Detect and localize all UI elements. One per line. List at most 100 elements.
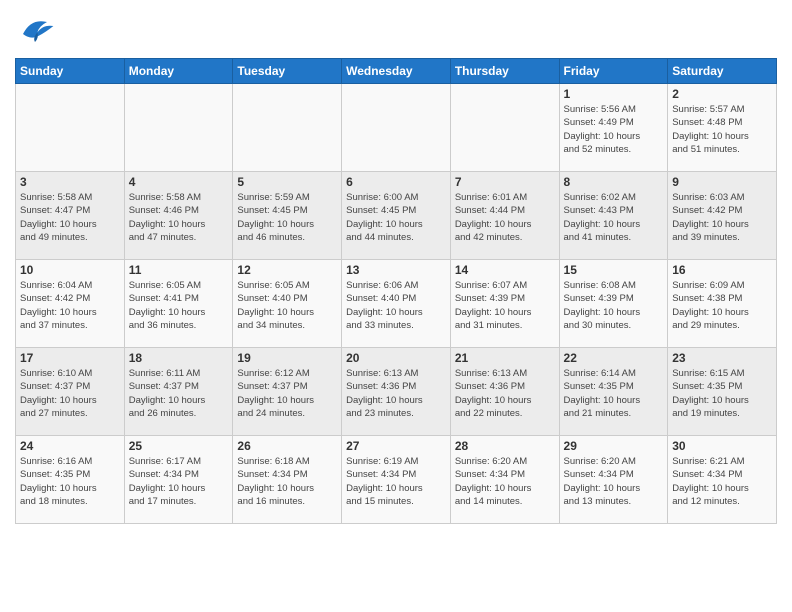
day-number: 22 [564,351,664,365]
calendar-cell: 26 Sunrise: 6:18 AM Sunset: 4:34 PM Dayli… [233,436,342,524]
day-info: Sunrise: 6:03 AM Sunset: 4:42 PM Dayligh… [672,191,772,244]
calendar-cell: 22 Sunrise: 6:14 AM Sunset: 4:35 PM Dayli… [559,348,668,436]
day-info: Sunrise: 6:16 AM Sunset: 4:35 PM Dayligh… [20,455,120,508]
calendar-table: SundayMondayTuesdayWednesdayThursdayFrid… [15,58,777,524]
calendar-cell [233,84,342,172]
calendar-cell: 8 Sunrise: 6:02 AM Sunset: 4:43 PM Daylig… [559,172,668,260]
day-number: 30 [672,439,772,453]
calendar-cell: 21 Sunrise: 6:13 AM Sunset: 4:36 PM Dayli… [450,348,559,436]
day-info: Sunrise: 5:57 AM Sunset: 4:48 PM Dayligh… [672,103,772,156]
calendar-cell: 20 Sunrise: 6:13 AM Sunset: 4:36 PM Dayli… [342,348,451,436]
header-tuesday: Tuesday [233,59,342,84]
day-number: 15 [564,263,664,277]
day-info: Sunrise: 5:56 AM Sunset: 4:49 PM Dayligh… [564,103,664,156]
calendar-cell [342,84,451,172]
calendar-cell: 19 Sunrise: 6:12 AM Sunset: 4:37 PM Dayli… [233,348,342,436]
day-info: Sunrise: 6:18 AM Sunset: 4:34 PM Dayligh… [237,455,337,508]
day-info: Sunrise: 6:05 AM Sunset: 4:41 PM Dayligh… [129,279,229,332]
day-number: 25 [129,439,229,453]
calendar-cell: 10Sunrise: 6:04 AM Sunset: 4:42 PM Dayli… [16,260,125,348]
day-info: Sunrise: 6:19 AM Sunset: 4:34 PM Dayligh… [346,455,446,508]
day-number: 5 [237,175,337,189]
calendar-week-row: 24 Sunrise: 6:16 AM Sunset: 4:35 PM Dayli… [16,436,777,524]
day-number: 12 [237,263,337,277]
header-friday: Friday [559,59,668,84]
day-number: 19 [237,351,337,365]
day-info: Sunrise: 6:13 AM Sunset: 4:36 PM Dayligh… [455,367,555,420]
day-number: 20 [346,351,446,365]
day-info: Sunrise: 6:00 AM Sunset: 4:45 PM Dayligh… [346,191,446,244]
day-info: Sunrise: 6:06 AM Sunset: 4:40 PM Dayligh… [346,279,446,332]
day-number: 1 [564,87,664,101]
day-info: Sunrise: 5:58 AM Sunset: 4:46 PM Dayligh… [129,191,229,244]
calendar-cell: 7 Sunrise: 6:01 AM Sunset: 4:44 PM Daylig… [450,172,559,260]
calendar-cell: 4 Sunrise: 5:58 AM Sunset: 4:46 PM Daylig… [124,172,233,260]
day-info: Sunrise: 6:12 AM Sunset: 4:37 PM Dayligh… [237,367,337,420]
header-thursday: Thursday [450,59,559,84]
calendar-cell: 13 Sunrise: 6:06 AM Sunset: 4:40 PM Dayli… [342,260,451,348]
calendar-week-row: 1 Sunrise: 5:56 AM Sunset: 4:49 PM Daylig… [16,84,777,172]
day-info: Sunrise: 6:07 AM Sunset: 4:39 PM Dayligh… [455,279,555,332]
calendar-cell: 5 Sunrise: 5:59 AM Sunset: 4:45 PM Daylig… [233,172,342,260]
calendar-cell: 2 Sunrise: 5:57 AM Sunset: 4:48 PM Daylig… [668,84,777,172]
calendar-cell: 24 Sunrise: 6:16 AM Sunset: 4:35 PM Dayli… [16,436,125,524]
day-number: 8 [564,175,664,189]
day-info: Sunrise: 6:21 AM Sunset: 4:34 PM Dayligh… [672,455,772,508]
logo-icon [15,10,55,50]
day-info: Sunrise: 6:02 AM Sunset: 4:43 PM Dayligh… [564,191,664,244]
day-number: 11 [129,263,229,277]
day-number: 14 [455,263,555,277]
day-info: Sunrise: 6:10 AM Sunset: 4:37 PM Dayligh… [20,367,120,420]
day-number: 18 [129,351,229,365]
calendar-cell [124,84,233,172]
day-number: 4 [129,175,229,189]
calendar-cell: 27Sunrise: 6:19 AM Sunset: 4:34 PM Dayli… [342,436,451,524]
day-number: 26 [237,439,337,453]
day-number: 24 [20,439,120,453]
day-info: Sunrise: 6:15 AM Sunset: 4:35 PM Dayligh… [672,367,772,420]
day-info: Sunrise: 5:58 AM Sunset: 4:47 PM Dayligh… [20,191,120,244]
calendar-cell: 14 Sunrise: 6:07 AM Sunset: 4:39 PM Dayli… [450,260,559,348]
day-info: Sunrise: 6:13 AM Sunset: 4:36 PM Dayligh… [346,367,446,420]
day-number: 10 [20,263,120,277]
day-number: 2 [672,87,772,101]
calendar-cell: 18 Sunrise: 6:11 AM Sunset: 4:37 PM Dayli… [124,348,233,436]
day-number: 6 [346,175,446,189]
day-number: 9 [672,175,772,189]
day-info: Sunrise: 6:20 AM Sunset: 4:34 PM Dayligh… [564,455,664,508]
day-info: Sunrise: 5:59 AM Sunset: 4:45 PM Dayligh… [237,191,337,244]
calendar-cell: 30 Sunrise: 6:21 AM Sunset: 4:34 PM Dayli… [668,436,777,524]
day-number: 23 [672,351,772,365]
calendar-header-row: SundayMondayTuesdayWednesdayThursdayFrid… [16,59,777,84]
calendar-cell: 25 Sunrise: 6:17 AM Sunset: 4:34 PM Dayli… [124,436,233,524]
calendar-cell: 3Sunrise: 5:58 AM Sunset: 4:47 PM Daylig… [16,172,125,260]
day-info: Sunrise: 6:14 AM Sunset: 4:35 PM Dayligh… [564,367,664,420]
calendar-cell: 1 Sunrise: 5:56 AM Sunset: 4:49 PM Daylig… [559,84,668,172]
calendar-cell: 28Sunrise: 6:20 AM Sunset: 4:34 PM Dayli… [450,436,559,524]
calendar-cell: 15Sunrise: 6:08 AM Sunset: 4:39 PM Dayli… [559,260,668,348]
day-info: Sunrise: 6:09 AM Sunset: 4:38 PM Dayligh… [672,279,772,332]
day-number: 7 [455,175,555,189]
calendar-week-row: 10Sunrise: 6:04 AM Sunset: 4:42 PM Dayli… [16,260,777,348]
calendar-cell: 23 Sunrise: 6:15 AM Sunset: 4:35 PM Dayli… [668,348,777,436]
day-number: 13 [346,263,446,277]
calendar-week-row: 17 Sunrise: 6:10 AM Sunset: 4:37 PM Dayli… [16,348,777,436]
day-number: 17 [20,351,120,365]
calendar-cell: 11 Sunrise: 6:05 AM Sunset: 4:41 PM Dayli… [124,260,233,348]
logo [15,10,59,50]
calendar-cell: 6 Sunrise: 6:00 AM Sunset: 4:45 PM Daylig… [342,172,451,260]
day-info: Sunrise: 6:17 AM Sunset: 4:34 PM Dayligh… [129,455,229,508]
page-header [15,10,777,50]
day-info: Sunrise: 6:11 AM Sunset: 4:37 PM Dayligh… [129,367,229,420]
day-info: Sunrise: 6:20 AM Sunset: 4:34 PM Dayligh… [455,455,555,508]
day-number: 21 [455,351,555,365]
header-saturday: Saturday [668,59,777,84]
calendar-cell [16,84,125,172]
header-monday: Monday [124,59,233,84]
day-info: Sunrise: 6:01 AM Sunset: 4:44 PM Dayligh… [455,191,555,244]
calendar-cell [450,84,559,172]
day-number: 16 [672,263,772,277]
calendar-week-row: 3Sunrise: 5:58 AM Sunset: 4:47 PM Daylig… [16,172,777,260]
header-wednesday: Wednesday [342,59,451,84]
header-sunday: Sunday [16,59,125,84]
